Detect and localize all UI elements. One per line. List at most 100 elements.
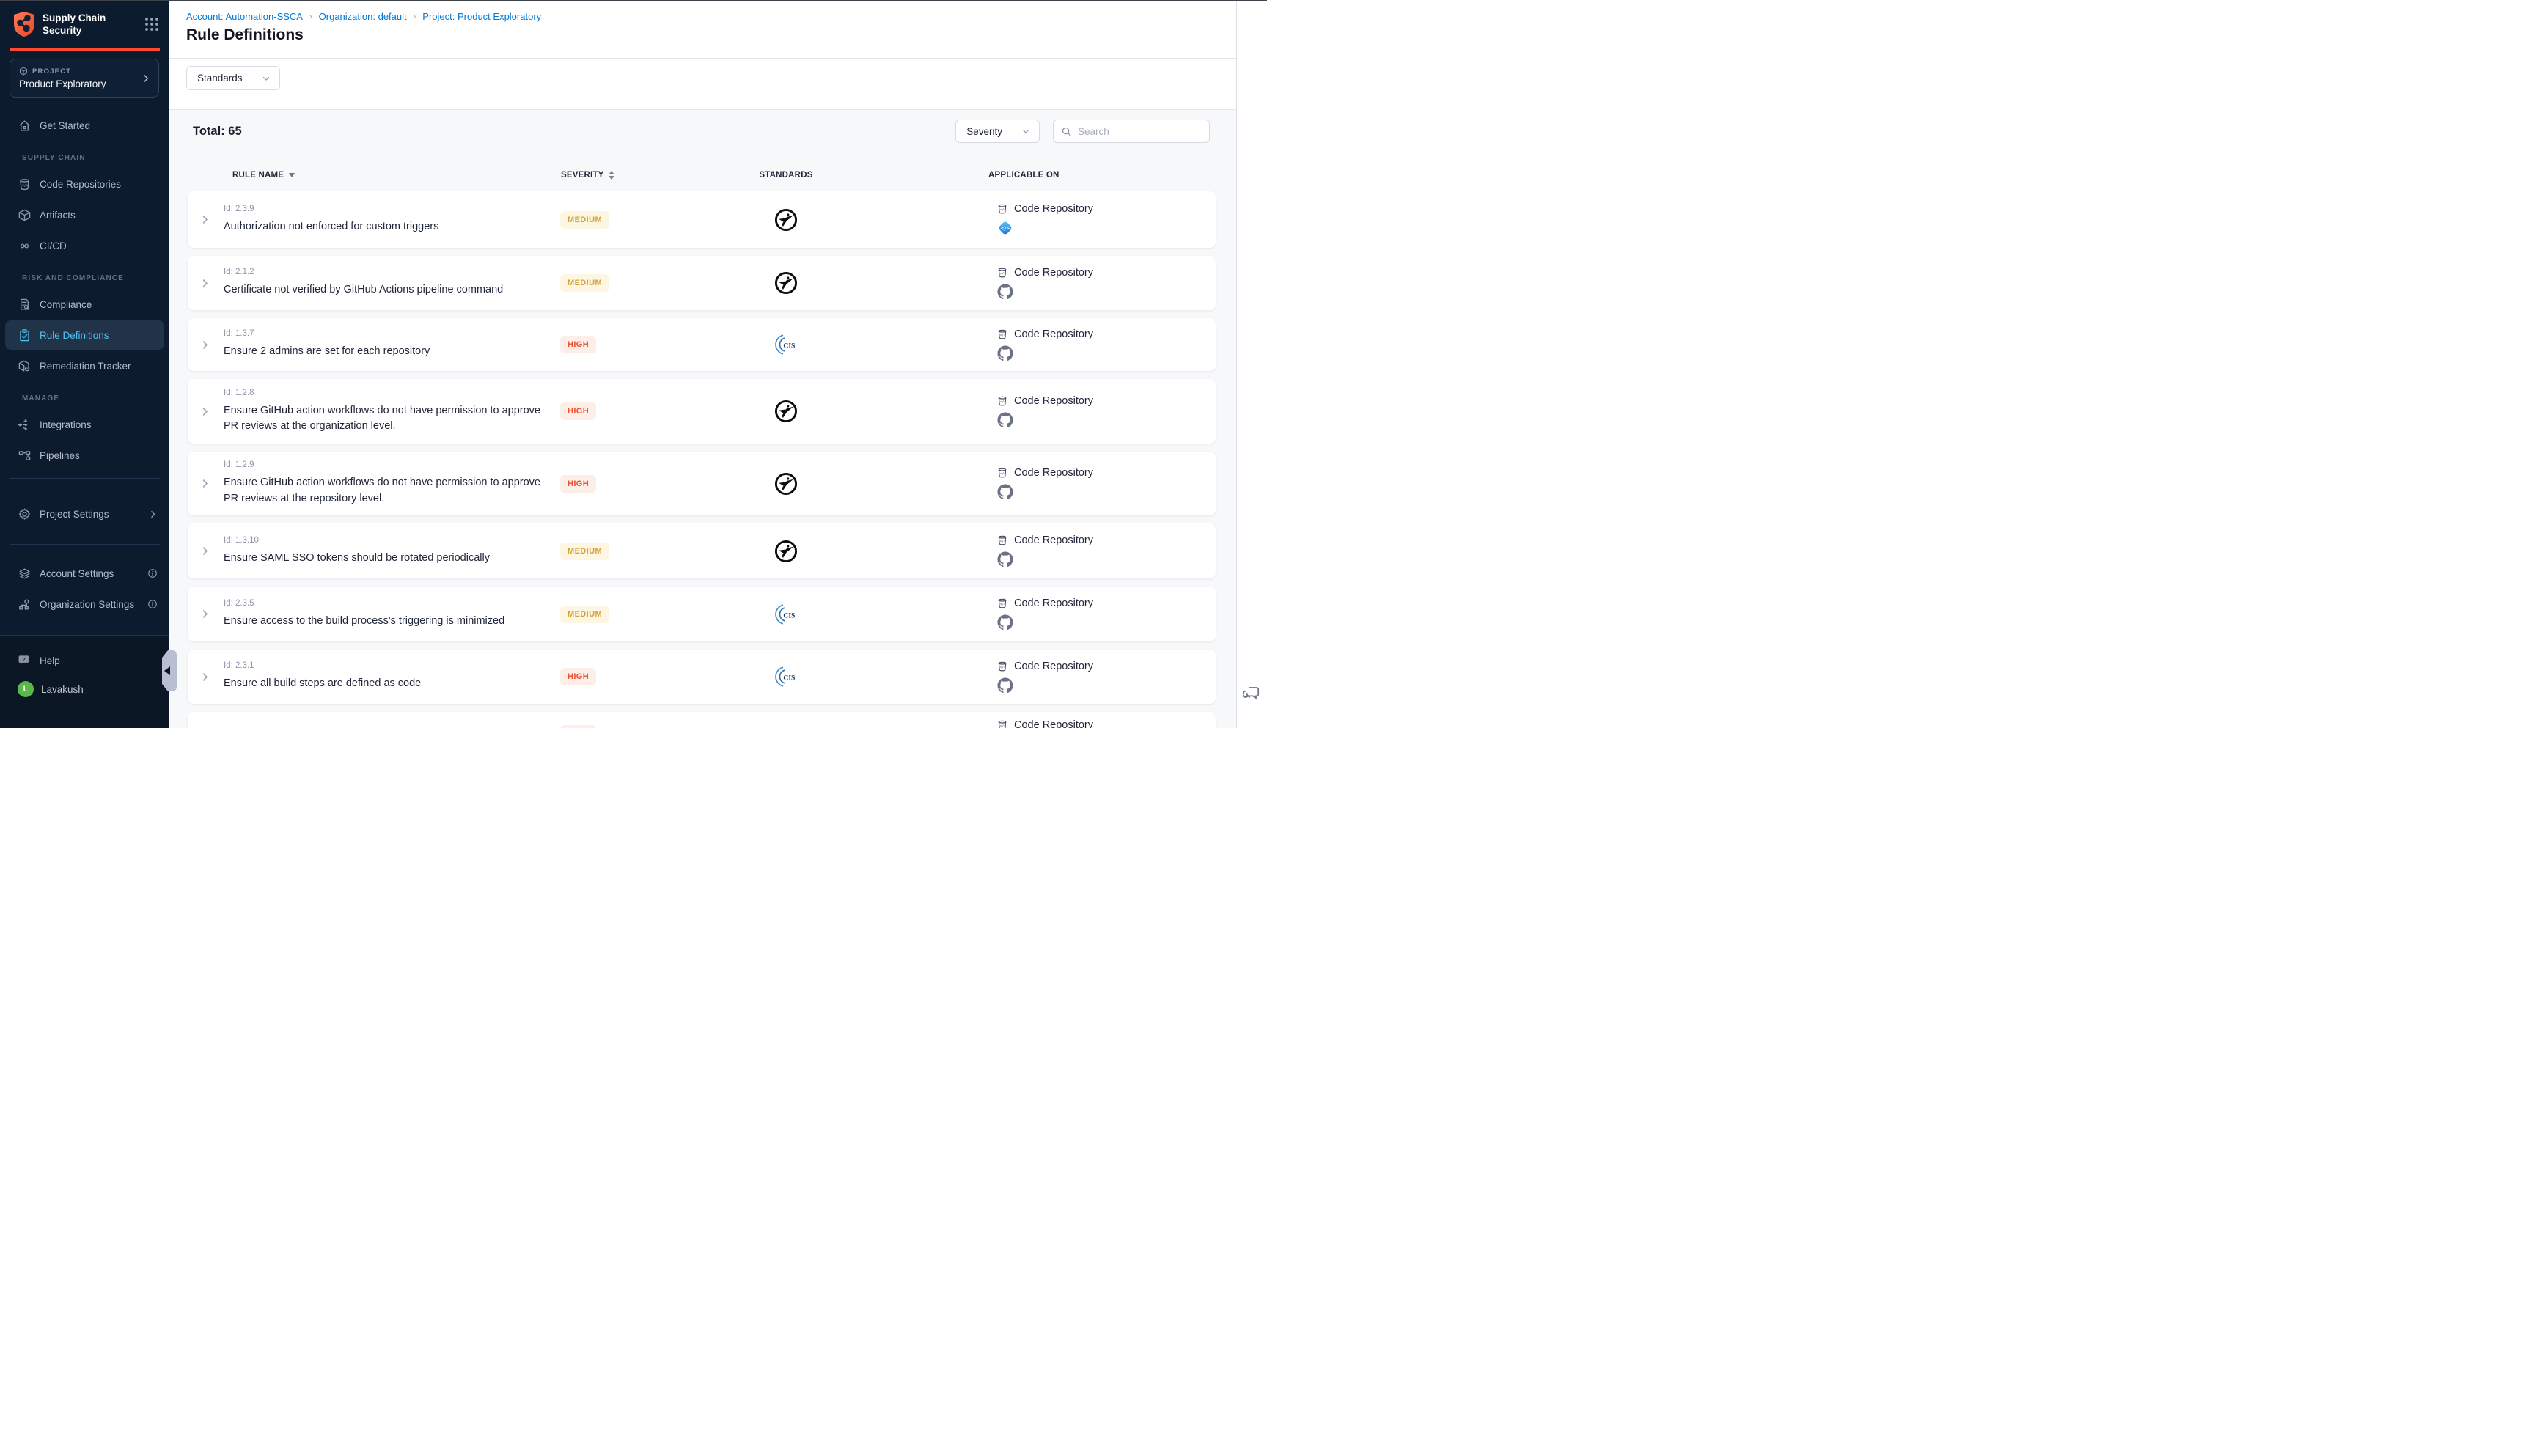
user-menu[interactable]: L Lavakush: [0, 681, 169, 697]
applicable-on-label: Code Repository: [1014, 267, 1093, 279]
github-provider-icon: [997, 412, 1013, 428]
column-header-severity[interactable]: SEVERITY: [557, 171, 730, 180]
applicable-on-cell: </>Code Repository: [842, 534, 1216, 567]
sidebar-footer: ? Help L Lavakush: [0, 635, 169, 728]
sidebar-item-label: Rule Definitions: [40, 330, 109, 341]
standards-filter-label: Standards: [197, 73, 243, 84]
sidebar-item-integrations[interactable]: Integrations: [0, 409, 169, 440]
applicable-on-cell: </>Code Repository</>: [842, 203, 1216, 236]
breadcrumb-separator-icon: ›: [414, 12, 416, 21]
standards-cell: [730, 271, 842, 295]
info-icon: [147, 568, 158, 578]
sidebar-item-account-settings[interactable]: Account Settings: [0, 558, 169, 589]
row-expand-chevron-icon[interactable]: [188, 339, 221, 350]
row-expand-chevron-icon[interactable]: [188, 712, 221, 728]
rule-row-6[interactable]: Id: 2.3.5Ensure access to the build proc…: [188, 587, 1216, 641]
layers-icon: [18, 567, 32, 581]
rule-name: Ensure all build steps are defined as co…: [224, 676, 421, 691]
rule-id: Id: 2.1.2: [224, 268, 254, 276]
help-chat-icon: ?: [18, 654, 32, 668]
row-expand-chevron-icon[interactable]: [188, 672, 221, 683]
sidebar-item-compliance[interactable]: Compliance: [0, 289, 169, 320]
rule-name: Ensure SAML SSO tokens should be rotated…: [224, 551, 490, 566]
support-chat-icon[interactable]: [1243, 685, 1260, 706]
breadcrumb-link-0[interactable]: Account: Automation-SSCA: [186, 11, 303, 22]
row-expand-chevron-icon[interactable]: [188, 406, 221, 417]
row-expand-chevron-icon[interactable]: [188, 545, 221, 556]
page-title: Rule Definitions: [186, 26, 304, 44]
rule-id: Id: 1.3.10: [224, 536, 259, 545]
sidebar-collapse-handle[interactable]: [162, 650, 177, 691]
rule-row-0[interactable]: Id: 2.3.9Authorization not enforced for …: [188, 191, 1216, 248]
sidebar-item-artifacts[interactable]: Artifacts: [0, 199, 169, 230]
search-input[interactable]: [1078, 126, 1195, 137]
rule-id: Id: 2.3.1: [224, 661, 254, 670]
owasp-standard-icon: [774, 399, 798, 424]
code-repository-icon: </>: [996, 395, 1008, 407]
sidebar-section-supply-chain: SUPPLY CHAIN: [0, 152, 169, 163]
rule-id: Id: 1.2.8: [224, 389, 254, 397]
sidebar-item-get-started[interactable]: Get Started: [0, 110, 169, 141]
severity-cell: HIGH: [557, 475, 730, 493]
owasp-standard-icon: [774, 207, 798, 232]
rule-id: Id: 2.3.9: [224, 205, 254, 213]
breadcrumb-link-1[interactable]: Organization: default: [319, 11, 407, 22]
sidebar-item-pipelines[interactable]: Pipelines: [0, 440, 169, 471]
gear-icon: [18, 507, 32, 521]
cis-standard-icon: CIS: [774, 603, 798, 626]
rule-name-cell: Id: 2.3.9Authorization not enforced for …: [221, 205, 557, 235]
rule-name-cell: Id: 1.2.8Ensure GitHub action workflows …: [221, 389, 557, 434]
rule-row-7[interactable]: Id: 2.3.1 Ensure all build steps are defi…: [188, 650, 1216, 704]
sidebar-item-rule-definitions[interactable]: Rule Definitions: [0, 320, 169, 350]
severity-filter-dropdown[interactable]: Severity: [955, 120, 1040, 143]
rule-row-8[interactable]: Id: 1.1.9HIGHCIS</>Code Repository: [188, 712, 1216, 728]
search-box[interactable]: [1053, 120, 1210, 143]
applicable-on-cell: </>Code Repository: [842, 661, 1216, 694]
sidebar-item-ci-cd[interactable]: CI/CD: [0, 230, 169, 261]
rule-id: Id: 1.3.7: [224, 329, 254, 338]
sidebar-item-label: Remediation Tracker: [40, 361, 131, 372]
right-scroll-gutter[interactable]: [1236, 0, 1267, 728]
row-expand-chevron-icon[interactable]: [188, 278, 221, 289]
rule-row-1[interactable]: Id: 2.1.2Certificate not verified by Git…: [188, 256, 1216, 310]
total-count: Total: 65: [193, 125, 242, 139]
sidebar-item-code-repositories[interactable]: </>Code Repositories: [0, 169, 169, 199]
svg-text:?: ?: [22, 656, 25, 662]
row-expand-chevron-icon[interactable]: [188, 214, 221, 225]
applicable-on-label: Code Repository: [1014, 598, 1093, 609]
standards-cell: [730, 207, 842, 232]
app-switcher-grid-icon[interactable]: [144, 17, 159, 32]
sidebar-item-remediation-tracker[interactable]: Remediation Tracker: [0, 350, 169, 381]
sidebar-divider: [10, 478, 160, 479]
sidebar-divider: [10, 544, 160, 545]
rule-id: Id: 1.2.9: [224, 460, 254, 469]
chevron-down-icon: [1021, 127, 1030, 136]
rule-row-3[interactable]: Id: 1.2.8Ensure GitHub action workflows …: [188, 379, 1216, 444]
applicable-on-cell: </>Code Repository: [842, 467, 1216, 500]
project-selector[interactable]: PROJECT Product Exploratory: [10, 59, 159, 98]
row-expand-chevron-icon[interactable]: [188, 478, 221, 489]
rule-row-5[interactable]: Id: 1.3.10 Ensure SAML SSO tokens should …: [188, 523, 1216, 578]
sidebar-item-organization-settings[interactable]: Organization Settings: [0, 589, 169, 619]
info-icon: [147, 599, 158, 609]
column-header-rule-name[interactable]: RULE NAME: [221, 171, 557, 180]
standards-filter-dropdown[interactable]: Standards: [186, 66, 280, 90]
standards-cell: CIS: [730, 603, 842, 626]
svg-text:CIS: CIS: [783, 674, 795, 682]
rule-row-2[interactable]: Id: 1.3.7Ensure 2 admins are set for eac…: [188, 318, 1216, 371]
box-icon: [18, 208, 32, 222]
cis-standard-icon: CIS: [759, 727, 782, 728]
rules-table-body: Id: 2.3.9Authorization not enforced for …: [188, 191, 1216, 728]
rule-row-4[interactable]: Id: 1.2.9Ensure GitHub action workflows …: [188, 452, 1216, 515]
code-repository-icon: </>: [996, 719, 1008, 728]
rules-panel: Total: 65 Severity RULE NAME: [169, 110, 1236, 728]
sidebar-item-project-settings[interactable]: Project Settings: [0, 499, 169, 529]
rule-name-cell: Id: 2.1.2Certificate not verified by Git…: [221, 268, 557, 298]
code-repository-icon: </>: [996, 203, 1008, 215]
harness-code-provider-icon: </>: [997, 220, 1013, 236]
svg-text:</>: </>: [1000, 333, 1006, 337]
applicable-on-label: Code Repository: [1014, 328, 1093, 340]
row-expand-chevron-icon[interactable]: [188, 608, 221, 619]
sidebar-item-help[interactable]: ? Help: [0, 646, 169, 675]
breadcrumb-link-2[interactable]: Project: Product Exploratory: [422, 11, 541, 22]
